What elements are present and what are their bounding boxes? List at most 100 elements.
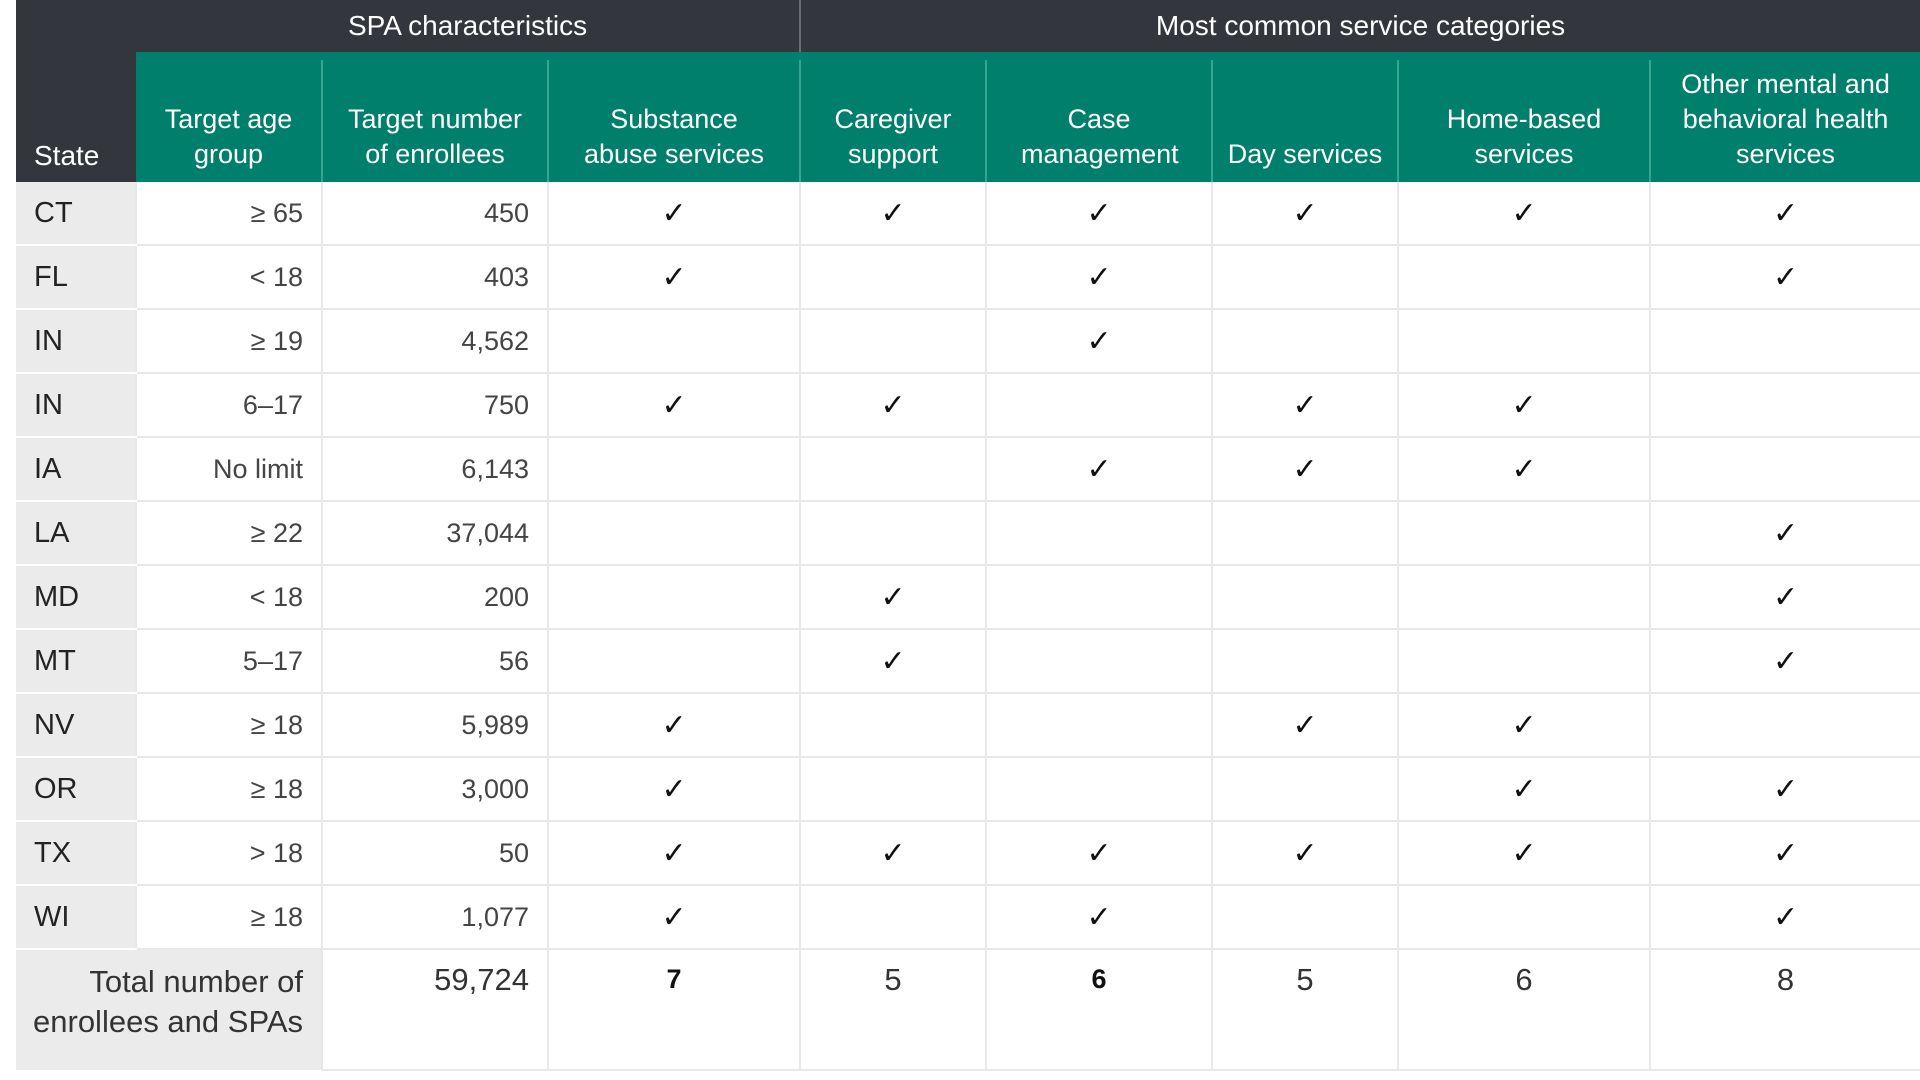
target-enrollees-cell: 6,143 <box>321 437 548 502</box>
other-mental-health-cell <box>1649 309 1920 374</box>
home-based-cell <box>1397 565 1651 630</box>
day-services-cell <box>1211 629 1399 694</box>
column-header-home-based: Home-based services <box>1397 52 1651 182</box>
target-age-cell: ≥ 65 <box>135 182 322 246</box>
target-enrollees-cell: 450 <box>321 182 548 246</box>
case-management-cell <box>985 693 1213 758</box>
checkmark-icon: ✓ <box>1292 388 1318 422</box>
total-home-based: 6 <box>1397 949 1651 1071</box>
total-case-management: 6 <box>985 949 1213 1071</box>
column-header-caregiver-support: Caregiver support <box>799 52 987 182</box>
other-mental-health-cell <box>1649 693 1920 758</box>
target-age-cell: < 18 <box>135 245 322 310</box>
target-age-cell: ≥ 22 <box>135 501 322 566</box>
case-management-cell: ✓ <box>985 245 1213 310</box>
service-categories-header: Most common service categories <box>799 0 1920 56</box>
table-row: OR ≥ 18 3,000 ✓ ✓ ✓ <box>16 757 1920 822</box>
checkmark-icon: ✓ <box>1772 580 1799 614</box>
state-cell: OR <box>16 757 136 822</box>
total-label-line2: enrollees and SPAs <box>33 1004 303 1039</box>
case-management-cell: ✓ <box>985 182 1213 246</box>
substance-abuse-cell: ✓ <box>546 245 801 310</box>
total-row: Total number of enrollees and SPAs 59,72… <box>16 949 1920 1071</box>
caregiver-support-cell <box>799 885 987 950</box>
table-row: NV ≥ 18 5,989 ✓ ✓ ✓ <box>16 693 1920 758</box>
checkmark-icon: ✓ <box>1292 452 1318 486</box>
checkmark-icon: ✓ <box>661 388 687 422</box>
table-row: IN 6–17 750 ✓ ✓ ✓ ✓ <box>16 373 1920 438</box>
case-management-cell <box>985 373 1213 438</box>
table-body: CT ≥ 65 450 ✓ ✓ ✓ ✓ ✓ ✓ FL < 18 403 ✓ ✓ ✓ IN ≥ 19 4,562 ✓ I… <box>16 182 1920 950</box>
target-enrollees-cell: 3,000 <box>321 757 548 822</box>
day-services-cell: ✓ <box>1211 373 1399 438</box>
checkmark-icon: ✓ <box>1086 836 1112 870</box>
home-based-cell: ✓ <box>1397 693 1651 758</box>
checkmark-icon: ✓ <box>880 580 906 614</box>
substance-abuse-cell: ✓ <box>546 373 801 438</box>
home-based-cell: ✓ <box>1397 437 1651 502</box>
day-services-cell: ✓ <box>1211 437 1399 502</box>
substance-abuse-cell <box>546 309 801 374</box>
home-based-cell <box>1397 501 1651 566</box>
total-label-line1: Total number of <box>89 964 303 999</box>
other-mental-health-cell: ✓ <box>1649 182 1920 246</box>
case-management-cell: ✓ <box>985 885 1213 950</box>
target-age-cell: No limit <box>135 437 322 502</box>
state-cell: NV <box>16 693 136 758</box>
state-cell: IA <box>16 437 136 502</box>
checkmark-icon: ✓ <box>1292 196 1318 230</box>
target-enrollees-cell: 4,562 <box>321 309 548 374</box>
checkmark-icon: ✓ <box>1772 260 1799 294</box>
checkmark-icon: ✓ <box>661 260 687 294</box>
day-services-cell: ✓ <box>1211 693 1399 758</box>
header-column-row: Target age group Target number of enroll… <box>16 52 1920 182</box>
day-services-cell <box>1211 501 1399 566</box>
caregiver-support-cell: ✓ <box>799 565 987 630</box>
target-age-cell: > 18 <box>135 821 322 886</box>
target-enrollees-cell: 403 <box>321 245 548 310</box>
checkmark-icon: ✓ <box>880 388 906 422</box>
checkmark-icon: ✓ <box>1292 836 1318 870</box>
home-based-cell: ✓ <box>1397 182 1651 246</box>
state-cell: WI <box>16 885 136 950</box>
case-management-cell: ✓ <box>985 821 1213 886</box>
caregiver-support-cell <box>799 501 987 566</box>
table-row: IA No limit 6,143 ✓ ✓ ✓ <box>16 437 1920 502</box>
checkmark-icon: ✓ <box>1772 196 1799 230</box>
table-row: WI ≥ 18 1,077 ✓ ✓ ✓ <box>16 885 1920 950</box>
day-services-cell <box>1211 309 1399 374</box>
caregiver-support-cell: ✓ <box>799 821 987 886</box>
checkmark-icon: ✓ <box>1511 388 1537 422</box>
checkmark-icon: ✓ <box>1511 708 1537 742</box>
substance-abuse-cell: ✓ <box>546 885 801 950</box>
checkmark-icon: ✓ <box>880 644 906 678</box>
target-enrollees-cell: 5,989 <box>321 693 548 758</box>
other-mental-health-cell: ✓ <box>1649 757 1920 822</box>
total-other-mental-health: 8 <box>1649 949 1920 1071</box>
spa-table: State SPA characteristics Most common se… <box>16 0 1920 1071</box>
home-based-cell <box>1397 309 1651 374</box>
day-services-cell <box>1211 757 1399 822</box>
day-services-cell <box>1211 565 1399 630</box>
column-header-target-enrollees: Target number of enrollees <box>321 52 548 182</box>
spa-table-container: State SPA characteristics Most common se… <box>16 0 1920 1071</box>
state-cell: LA <box>16 501 136 566</box>
column-header-substance-abuse: Substance abuse services <box>546 52 801 182</box>
checkmark-icon: ✓ <box>661 708 687 742</box>
caregiver-support-cell: ✓ <box>799 373 987 438</box>
caregiver-support-cell: ✓ <box>799 182 987 246</box>
table-row: LA ≥ 22 37,044 ✓ <box>16 501 1920 566</box>
table-row: FL < 18 403 ✓ ✓ ✓ <box>16 245 1920 310</box>
checkmark-icon: ✓ <box>1086 900 1112 934</box>
checkmark-icon: ✓ <box>1772 900 1799 934</box>
checkmark-icon: ✓ <box>1772 772 1799 806</box>
other-mental-health-cell: ✓ <box>1649 629 1920 694</box>
substance-abuse-cell: ✓ <box>546 182 801 246</box>
state-cell: MD <box>16 565 136 630</box>
substance-abuse-cell <box>546 565 801 630</box>
column-header-target-age: Target age group <box>136 52 322 182</box>
caregiver-support-cell <box>799 693 987 758</box>
day-services-cell <box>1211 245 1399 310</box>
substance-abuse-cell: ✓ <box>546 757 801 822</box>
other-mental-health-cell: ✓ <box>1649 821 1920 886</box>
